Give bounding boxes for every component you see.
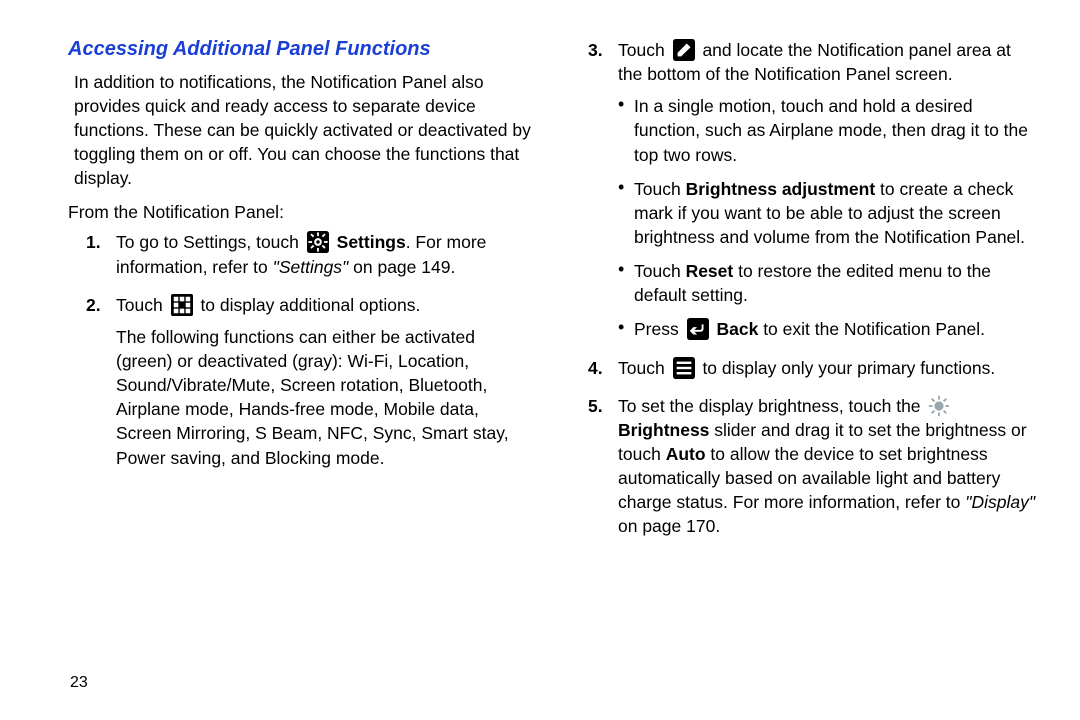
step5-bold1: Brightness: [618, 420, 709, 440]
pencil-edit-icon: [673, 39, 695, 61]
steps-list-right: Touch and locate the Notification panel …: [570, 38, 1036, 539]
back-icon: [687, 318, 709, 340]
step5-text-d: on page 170.: [618, 516, 720, 536]
manual-page: Accessing Additional Panel Functions In …: [0, 0, 1080, 720]
step5-bold2: Auto: [666, 444, 706, 464]
step5-text-a: To set the display brightness, touch the: [618, 396, 925, 416]
b4bold: Back: [716, 319, 758, 339]
step-4: Touch to display only your primary funct…: [570, 356, 1036, 380]
step2-text-b: to display additional options.: [200, 295, 420, 315]
settings-gear-icon: [307, 231, 329, 253]
b3a: Touch: [634, 261, 686, 281]
step3-bullet-3: Touch Reset to restore the edited menu t…: [618, 259, 1036, 307]
page-number: 23: [70, 674, 88, 692]
intro-paragraph: In addition to notifications, the Notifi…: [74, 70, 534, 191]
b3bold: Reset: [686, 261, 734, 281]
step-1: To go to Settings, touch Settings. For m…: [68, 230, 534, 278]
left-column: Accessing Additional Panel Functions In …: [68, 34, 534, 700]
step4-text-a: Touch: [618, 358, 670, 378]
step-2: Touch to display additional options. The…: [68, 293, 534, 470]
right-column: Touch and locate the Notification panel …: [570, 34, 1036, 700]
step2-follow: The following functions can either be ac…: [116, 325, 534, 470]
step-5: To set the display brightness, touch the…: [570, 394, 1036, 539]
brightness-sun-icon: [928, 395, 950, 417]
step-3: Touch and locate the Notification panel …: [570, 38, 1036, 342]
step1-text-a: To go to Settings, touch: [116, 232, 304, 252]
b2a: Touch: [634, 179, 686, 199]
step1-ref: "Settings": [273, 257, 349, 277]
b4b: to exit the Notification Panel.: [758, 319, 985, 339]
step5-ref: "Display": [965, 492, 1035, 512]
step3-bullets: In a single motion, touch and hold a des…: [618, 94, 1036, 341]
b4a: Press: [634, 319, 684, 339]
steps-list-left: To go to Settings, touch Settings. For m…: [68, 230, 534, 469]
grid-expand-icon: [171, 294, 193, 316]
lead-line: From the Notification Panel:: [68, 200, 534, 224]
step1-text-c: on page 149.: [348, 257, 455, 277]
list-lines-icon: [673, 357, 695, 379]
section-title: Accessing Additional Panel Functions: [68, 36, 534, 64]
step3-bullet-4: Press Back to exit the Notification Pane…: [618, 317, 1036, 341]
step3-bullet-1: In a single motion, touch and hold a des…: [618, 94, 1036, 166]
step4-text-b: to display only your primary functions.: [702, 358, 995, 378]
step3-text-a: Touch: [618, 40, 670, 60]
b2bold: Brightness adjustment: [686, 179, 876, 199]
step1-settings-label: Settings: [337, 232, 406, 252]
step3-bullet-2: Touch Brightness adjustment to create a …: [618, 177, 1036, 249]
step2-text-a: Touch: [116, 295, 168, 315]
